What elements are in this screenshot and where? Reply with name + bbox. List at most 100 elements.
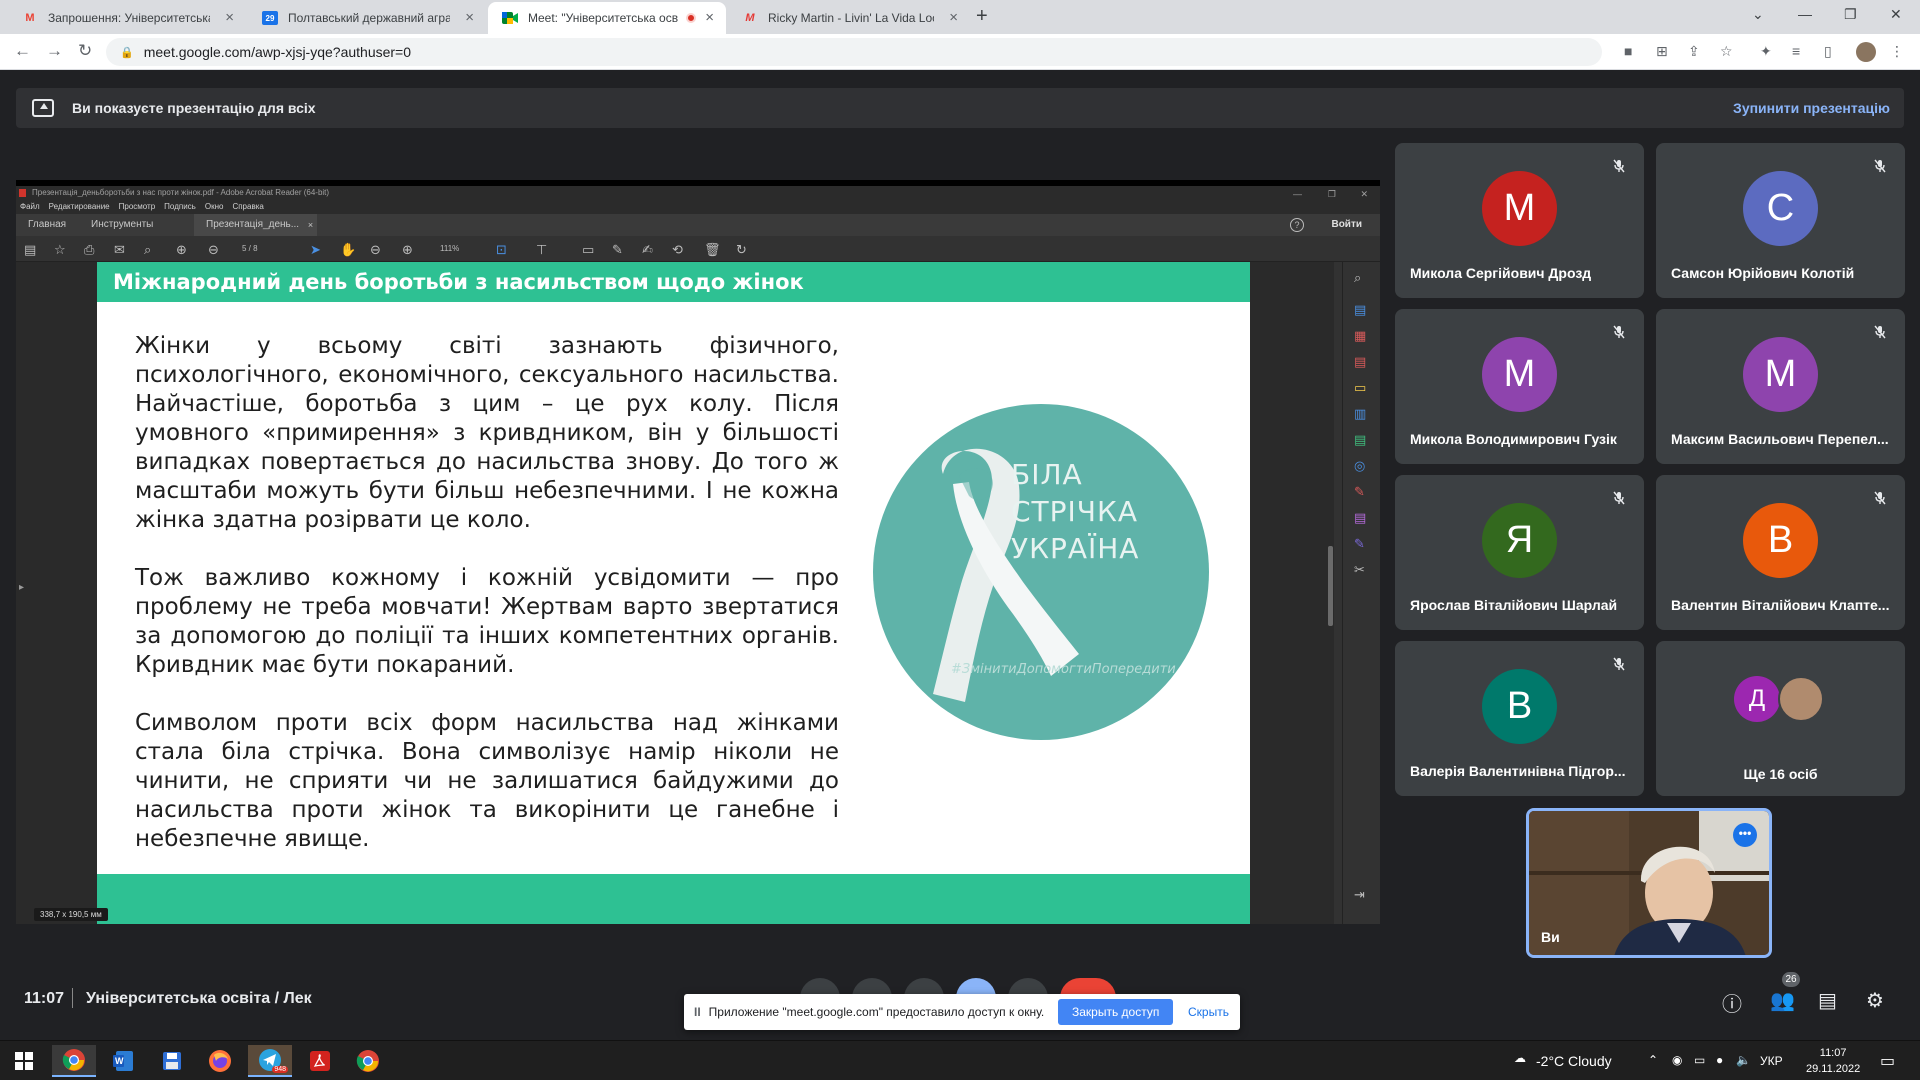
bookmark-star-icon[interactable]: ☆ bbox=[1720, 43, 1733, 60]
presenting-banner: Ви показуєте презентацію для всіх Зупини… bbox=[16, 88, 1904, 128]
weather-icon[interactable]: ☁ bbox=[1514, 1051, 1526, 1065]
rotate-icon: ⟲ bbox=[672, 242, 683, 257]
self-name: Ви bbox=[1541, 929, 1560, 945]
page-size-badge: 338,7 x 190,5 мм bbox=[34, 908, 108, 921]
stop-sharing-button[interactable]: Закрыть доступ bbox=[1058, 999, 1174, 1025]
page-down-icon: ⊖ bbox=[208, 242, 219, 257]
tray-chevron-icon[interactable]: ⌃ bbox=[1648, 1053, 1658, 1067]
profile-avatar[interactable] bbox=[1856, 42, 1876, 62]
translate-icon[interactable]: ⊞ bbox=[1656, 43, 1668, 60]
participant-tile[interactable]: М Микола Володимирович Гузік bbox=[1395, 309, 1644, 464]
word-taskbar-icon[interactable]: W bbox=[102, 1045, 146, 1077]
close-icon[interactable]: × bbox=[465, 9, 474, 26]
hide-notice-button[interactable]: Скрыть bbox=[1188, 999, 1229, 1025]
hand-tool-icon: ✋ bbox=[340, 242, 357, 257]
participant-tile[interactable]: М Микола Сергійович Дрозд bbox=[1395, 143, 1644, 298]
close-window-button[interactable]: ✕ bbox=[1890, 6, 1902, 23]
pause-icon: II bbox=[694, 1005, 701, 1019]
participant-tile[interactable]: М Максим Васильович Перепел... bbox=[1656, 309, 1905, 464]
acrobat-login: Войти bbox=[1331, 219, 1362, 230]
firefox-taskbar-icon[interactable] bbox=[198, 1045, 242, 1077]
share-notice-text: Приложение "meet.google.com" предоставил… bbox=[708, 1005, 1045, 1019]
mic-tray-icon[interactable]: ● bbox=[1716, 1053, 1723, 1067]
side-panel-icon[interactable]: ▯ bbox=[1824, 43, 1832, 60]
self-view-tile[interactable]: ••• Ви bbox=[1526, 808, 1772, 958]
lock-icon[interactable]: 🔒 bbox=[120, 46, 134, 59]
taskbar-clock[interactable]: 11:07 29.11.2022 bbox=[1806, 1045, 1860, 1077]
save-app-taskbar-icon[interactable] bbox=[150, 1045, 194, 1077]
meet-tray-icon[interactable]: ◉ bbox=[1672, 1053, 1682, 1067]
tab-music[interactable]: M Ricky Martin - Livin' La Vida Loca × bbox=[728, 2, 970, 34]
address-bar[interactable]: 🔒 meet.google.com/awp-xjsj-yqe?authuser=… bbox=[106, 38, 1602, 66]
close-icon[interactable]: × bbox=[949, 9, 958, 26]
compress-icon: ▤ bbox=[1354, 432, 1367, 447]
delete-icon: 🗑 bbox=[704, 242, 721, 257]
windows-start-icon[interactable] bbox=[2, 1045, 46, 1077]
tab-search-icon[interactable]: ⌄ bbox=[1752, 6, 1764, 23]
participant-tile[interactable]: С Самсон Юрійович Колотій bbox=[1656, 143, 1905, 298]
tab-title: Запрошення: Університетська о bbox=[48, 11, 210, 25]
minimize-button[interactable]: — bbox=[1798, 6, 1812, 22]
meeting-details-icon[interactable]: ⓘ bbox=[1722, 988, 1742, 1017]
stop-presenting-button[interactable]: Зупинити презентацію bbox=[1733, 100, 1890, 116]
presentation-slide: Міжнародний день боротьби з насильством … bbox=[97, 262, 1250, 924]
activities-icon[interactable]: ⚙ bbox=[1866, 988, 1884, 1013]
more-options-icon[interactable]: ••• bbox=[1733, 823, 1757, 847]
participant-tile[interactable]: В Валерія Валентинівна Підгор... bbox=[1395, 641, 1644, 796]
participant-name: Валерія Валентинівна Підгор... bbox=[1410, 763, 1626, 779]
telegram-taskbar-icon[interactable]: 948 bbox=[248, 1045, 292, 1077]
new-tab-button[interactable]: + bbox=[976, 5, 988, 28]
media-control-icon[interactable]: ≡ bbox=[1792, 43, 1800, 59]
chrome-taskbar-icon[interactable] bbox=[52, 1045, 96, 1077]
chat-icon[interactable]: ▤ bbox=[1818, 988, 1837, 1013]
avatar: С bbox=[1743, 171, 1818, 246]
share-icon[interactable]: ⇪ bbox=[1688, 43, 1700, 60]
participant-tile[interactable]: В Валентин Віталійович Клапте... bbox=[1656, 475, 1905, 630]
close-icon[interactable]: × bbox=[225, 9, 234, 26]
more-participants-tile[interactable]: Д Ще 16 осіб bbox=[1656, 641, 1905, 796]
tab-calendar[interactable]: 29 Полтавський державний аграр × bbox=[248, 2, 486, 34]
select-cursor-icon: ➤ bbox=[310, 242, 321, 257]
participant-tile[interactable]: Я Ярослав Віталійович Шарлай bbox=[1395, 475, 1644, 630]
participants-count-badge: 26 bbox=[1782, 972, 1800, 987]
screen-share-notice: II Приложение "meet.google.com" предоста… bbox=[684, 994, 1240, 1030]
mic-off-icon bbox=[1869, 487, 1891, 509]
acrobat-toolbar: ▤ ☆ ⎙ ✉ ⌕ ⊕ ⊖ 5 / 8 ➤ ✋ ⊖ ⊕ 111% ⊡ ⊤ ▭ ✎… bbox=[16, 236, 1380, 262]
taskbar-time: 11:07 bbox=[1819, 1047, 1847, 1059]
weather-text[interactable]: -2°C Cloudy bbox=[1536, 1053, 1612, 1069]
camera-icon[interactable]: ■ bbox=[1624, 43, 1632, 59]
acrobat-tab-document: Презентація_день... × bbox=[194, 214, 318, 236]
maximize-button[interactable]: ❐ bbox=[1844, 6, 1857, 23]
close-icon[interactable]: × bbox=[705, 9, 714, 26]
acrobat-taskbar-icon[interactable] bbox=[298, 1045, 342, 1077]
presenting-text: Ви показуєте презентацію для всіх bbox=[72, 100, 316, 116]
volume-icon[interactable]: 🔈 bbox=[1736, 1053, 1751, 1067]
star-icon: ☆ bbox=[54, 242, 66, 257]
forward-button[interactable]: → bbox=[46, 41, 63, 61]
zoom-level: 111% bbox=[440, 244, 460, 253]
menu-kebab-icon[interactable]: ⋮ bbox=[1890, 43, 1904, 60]
comment-icon: ▭ bbox=[1354, 380, 1367, 395]
back-button[interactable]: ← bbox=[14, 41, 31, 61]
acrobat-doc-tab-label: Презентація_день... bbox=[206, 219, 300, 230]
language-indicator[interactable]: УКР bbox=[1760, 1054, 1783, 1068]
undo-icon: ↻ bbox=[736, 242, 747, 257]
people-icon[interactable]: 👥 bbox=[1770, 988, 1795, 1013]
reload-button[interactable]: ↻ bbox=[78, 41, 92, 61]
chrome-alt-taskbar-icon[interactable] bbox=[346, 1045, 390, 1077]
menu-view: Просмотр bbox=[118, 202, 156, 211]
mic-off-icon bbox=[1608, 487, 1630, 509]
acrobat-document-area: ▸ Міжнародний день боротьби з насильство… bbox=[16, 262, 1334, 924]
pdf-icon bbox=[19, 189, 26, 197]
recording-indicator-icon bbox=[686, 13, 696, 23]
notification-icon[interactable]: ▭ bbox=[1880, 1051, 1895, 1071]
mic-off-icon bbox=[1608, 155, 1630, 177]
shared-screen: Презентація_деньборотьби з нас проти жін… bbox=[16, 180, 1380, 924]
slide-paragraph: Тож важливо кожному і кожній усвідомити … bbox=[135, 565, 839, 678]
extensions-icon[interactable]: ✦ bbox=[1760, 43, 1772, 60]
tab-title: Meet: "Університетська осв bbox=[528, 11, 679, 25]
network-icon[interactable]: ▭ bbox=[1694, 1053, 1705, 1067]
menu-window: Окно bbox=[204, 202, 224, 211]
tab-gmail[interactable]: M Запрошення: Університетська о × bbox=[8, 2, 246, 34]
tab-meet[interactable]: Meet: "Університетська осв × bbox=[488, 2, 726, 34]
